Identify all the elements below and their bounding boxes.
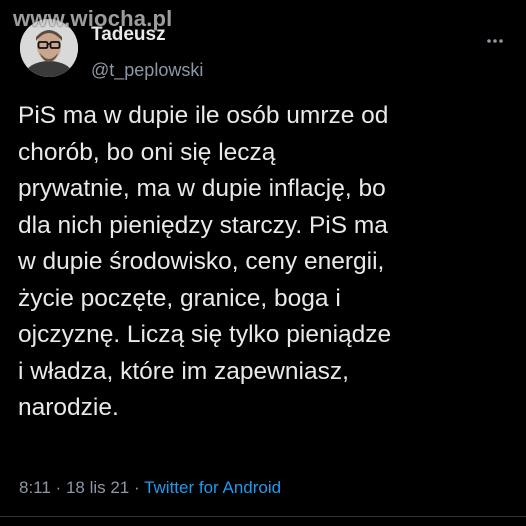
tweet-meta: 8:11 · 18 lis 21 · Twitter for Android xyxy=(19,478,281,498)
tweet-text: PiS ma w dupie ile osób umrze od chorób,… xyxy=(18,102,392,421)
more-options-icon[interactable] xyxy=(480,26,510,56)
meta-separator: · xyxy=(50,478,66,497)
tweet-date[interactable]: 18 lis 21 xyxy=(66,478,129,497)
site-watermark: www.wiocha.pl xyxy=(13,6,173,31)
meta-separator: · xyxy=(129,478,145,497)
tweet-time[interactable]: 8:11 xyxy=(19,478,51,497)
author-handle[interactable]: @t_peplowski xyxy=(91,60,203,81)
divider xyxy=(0,516,526,517)
tweet-source-link[interactable]: Twitter for Android xyxy=(144,478,281,497)
